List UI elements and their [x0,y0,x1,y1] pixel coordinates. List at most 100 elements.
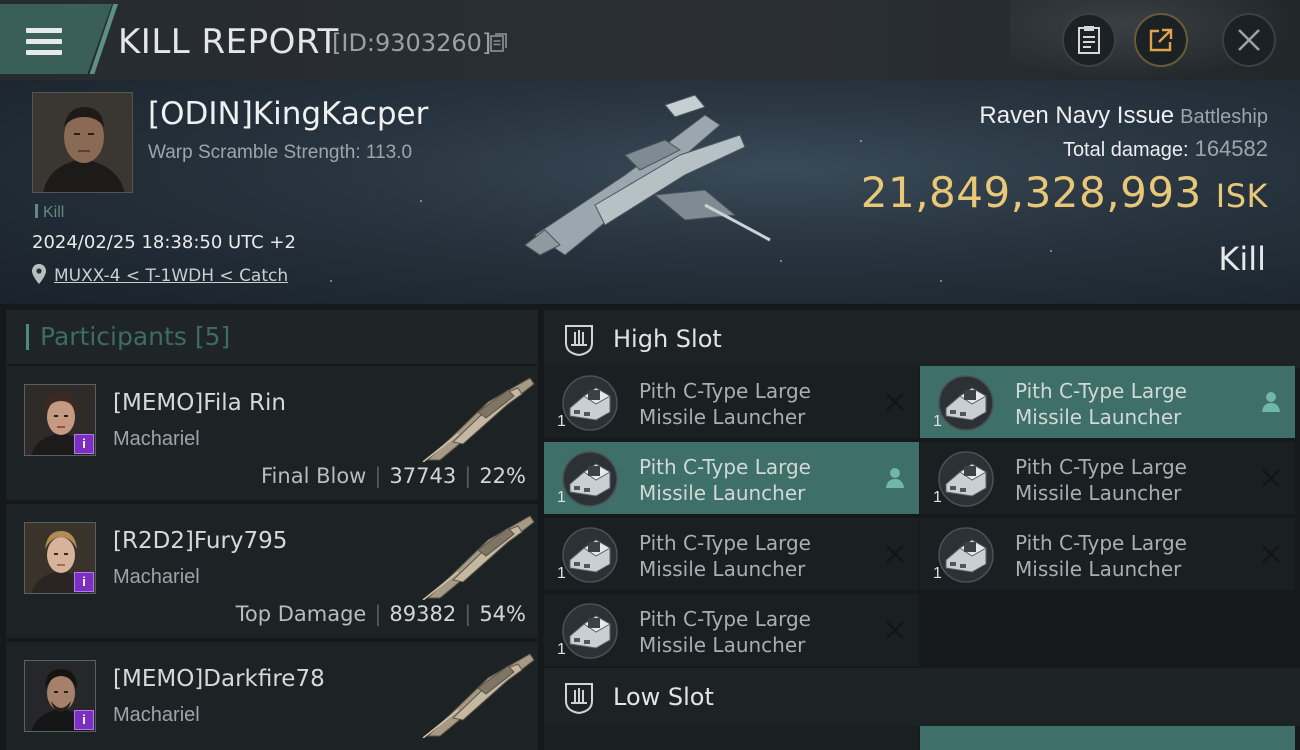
x-icon [1259,542,1283,566]
top-bar: KILL REPORT [ID:9303260] [0,0,1300,80]
x-icon [1259,466,1283,490]
participant-ship: Machariel [113,566,200,588]
module-name-line2: Missile Launcher [639,405,806,429]
isk-value: 21,849,328,993 ISK [861,168,1268,217]
module-name: Pith C-Type Large Missile Launcher [1015,530,1235,582]
clipboard-icon [1078,26,1100,54]
report-button[interactable] [1062,13,1116,67]
high-slot-module[interactable]: 1 Pith C-Type Large Missile Launcher [544,442,919,514]
module-quantity: 1 [933,489,942,506]
hamburger-icon[interactable] [26,28,62,56]
participant-ship: Machariel [113,428,200,450]
high-slot-module[interactable]: 1 Pith C-Type Large Missile Launcher [920,442,1295,514]
missile-launcher-icon [936,374,996,432]
missile-launcher-icon [560,374,620,432]
module-name-line2: Missile Launcher [1015,557,1182,581]
module-quantity: 1 [557,641,566,658]
x-icon [883,542,907,566]
low-slot-icon [565,683,593,715]
participant-percent: 22% [479,464,526,488]
module-name-line1: Pith C-Type Large [1015,455,1187,479]
total-damage: Total damage: 164582 [1063,136,1268,162]
low-slot-module[interactable] [544,726,919,750]
high-slot-module[interactable]: 1 Pith C-Type Large Missile Launcher [544,366,919,438]
x-icon [883,390,907,414]
participants-header: Participants [5] [6,310,538,364]
module-name-line1: Pith C-Type Large [1015,379,1187,403]
victim-name[interactable]: [ODIN]KingKacper [148,96,428,132]
participant-stats: Top Damage | 89382 | 54% [235,602,526,626]
share-button[interactable] [1134,13,1188,67]
module-quantity: 1 [557,413,566,430]
participant-role: Final Blow [261,464,367,488]
module-quantity: 1 [933,565,942,582]
participant-name[interactable]: [R2D2]Fury795 [113,528,287,554]
victim-ship: Raven Navy Issue Battleship [979,102,1268,130]
module-name-line1: Pith C-Type Large [1015,531,1187,555]
location-pin-icon [32,264,46,284]
module-name: Pith C-Type Large Missile Launcher [1015,378,1235,430]
low-slot-header: Low Slot [544,668,1300,726]
ship-class: Battleship [1180,106,1268,128]
victim-panel: [ODIN]KingKacper Warp Scramble Strength:… [0,80,1300,304]
participant-name[interactable]: [MEMO]Fila Rin [113,390,286,416]
missile-launcher-icon [560,602,620,660]
module-name-line2: Missile Launcher [639,557,806,581]
low-slot-module[interactable] [920,726,1295,750]
participant-percent: 54% [479,602,526,626]
module-quantity: 1 [933,413,942,430]
info-badge[interactable]: i [74,572,94,592]
participant-role: Top Damage [235,602,367,626]
kill-tag: Kill [35,204,64,222]
share-icon [1149,28,1173,52]
high-slot-module[interactable]: 1 Pith C-Type Large Missile Launcher [920,366,1295,438]
copy-icon[interactable] [490,33,508,53]
low-slot-label: Low Slot [613,683,714,711]
missile-launcher-icon [560,526,620,584]
participant-damage: 37743 [389,464,457,488]
high-slot-header: High Slot [544,310,1300,368]
kill-datetime: 2024/02/25 18:38:50 UTC +2 [32,232,296,253]
participants-label: Participants [40,322,187,351]
module-name-line2: Missile Launcher [1015,405,1182,429]
participant-name[interactable]: [MEMO]Darkfire78 [113,666,325,692]
module-name: Pith C-Type Large Missile Launcher [1015,454,1235,506]
section-accent [26,324,29,350]
report-id: [ID:9303260] [332,29,492,57]
participant-row[interactable]: i [MEMO]Fila Rin Machariel Final Blow | 37… [6,366,538,500]
high-slot-module[interactable]: 1 Pith C-Type Large Missile Launcher [920,518,1295,590]
module-name: Pith C-Type Large Missile Launcher [639,606,859,658]
module-name-line2: Missile Launcher [639,633,806,657]
victim-avatar[interactable] [32,92,133,193]
participant-row[interactable]: i [MEMO]Darkfire78 Machariel [6,642,538,750]
participants-count: [5] [194,322,231,351]
person-icon [1259,390,1283,414]
participants-title: Participants [5] [40,322,230,351]
module-name-line1: Pith C-Type Large [639,607,811,631]
module-name-line2: Missile Launcher [1015,481,1182,505]
isk-amount: 21,849,328,993 [860,168,1202,217]
close-button[interactable] [1222,13,1276,67]
ship-name: Raven Navy Issue [979,102,1175,129]
victim-ship-image[interactable] [505,95,785,270]
participant-row[interactable]: i [R2D2]Fury795 Machariel Top Damage | 893… [6,504,538,638]
high-slot-module[interactable]: 1 Pith C-Type Large Missile Launcher [544,594,919,666]
location-link[interactable]: MUXX-4 < T-1WDH < Catch [54,266,288,286]
close-icon [1238,29,1260,51]
info-badge[interactable]: i [74,710,94,730]
participant-ship-image [422,653,535,738]
page-title: KILL REPORT [118,22,339,62]
result-label: Kill [1218,240,1266,278]
module-name-line1: Pith C-Type Large [639,531,811,555]
high-slot-module[interactable]: 1 Pith C-Type Large Missile Launcher [544,518,919,590]
person-icon [883,466,907,490]
module-name-line1: Pith C-Type Large [639,455,811,479]
warp-scramble-strength: Warp Scramble Strength: 113.0 [148,142,413,163]
info-badge[interactable]: i [74,434,94,454]
module-name: Pith C-Type Large Missile Launcher [639,454,859,506]
total-damage-label: Total damage: [1062,139,1189,161]
high-slot-label: High Slot [613,325,722,353]
missile-launcher-icon [936,450,996,508]
module-name-line1: Pith C-Type Large [639,379,811,403]
module-name-line2: Missile Launcher [639,481,806,505]
